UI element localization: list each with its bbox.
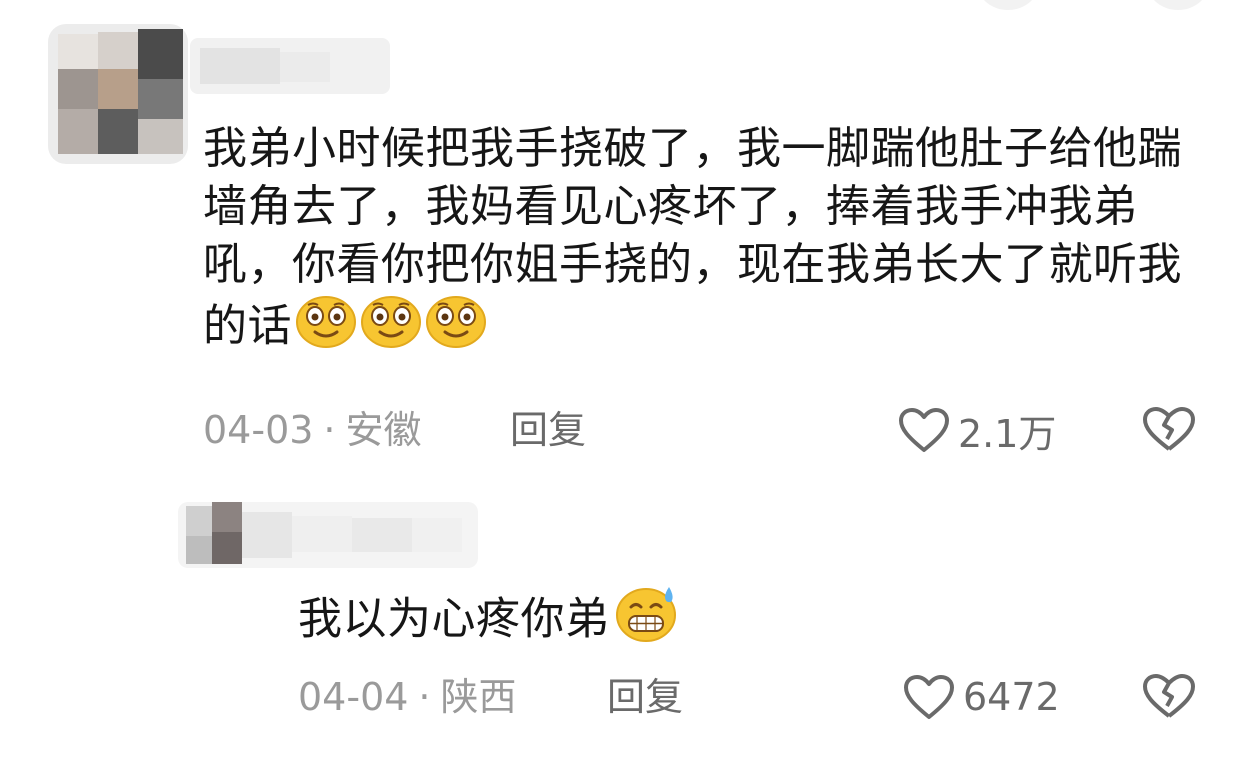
- comment-meta: 04-04 · 陕西: [298, 673, 517, 721]
- grin-smiley-icon: [425, 294, 487, 363]
- reply-button[interactable]: 回复: [510, 406, 586, 454]
- reply-button[interactable]: 回复: [607, 673, 683, 721]
- comment-text-content: 我以为心疼你弟: [298, 593, 610, 645]
- comment-date: 04-03: [203, 408, 314, 452]
- avatar[interactable]: [48, 24, 188, 164]
- comment-text: 我弟小时候把我手挠破了，我一脚踹他肚子给他踹墙角去了，我妈看见心疼坏了，捧着我手…: [203, 120, 1203, 363]
- avatar[interactable]: [178, 496, 478, 576]
- comment-date: 04-04: [298, 675, 409, 719]
- meta-separator: ·: [418, 675, 431, 719]
- top-action-button-1[interactable]: [978, 0, 1038, 10]
- top-action-button-2[interactable]: [1148, 0, 1208, 10]
- like-count: 6472: [963, 675, 1060, 719]
- dislike-button[interactable]: [1142, 406, 1196, 456]
- grin-smiley-icon: [360, 294, 422, 363]
- broken-heart-icon: [1143, 407, 1195, 451]
- meta-separator: ·: [323, 408, 336, 452]
- comment-text: 我以为心疼你弟: [298, 585, 679, 658]
- broken-heart-icon: [1143, 674, 1195, 718]
- comment-location: 安徽: [345, 408, 422, 452]
- like-button[interactable]: 6472: [903, 671, 1060, 723]
- sweat-grin-icon: [613, 585, 679, 658]
- comment-location: 陕西: [440, 675, 517, 719]
- dislike-button[interactable]: [1142, 673, 1196, 723]
- like-button[interactable]: 2.1万: [898, 404, 1056, 456]
- username[interactable]: [190, 38, 390, 94]
- heart-outline-icon: [904, 675, 954, 719]
- comment-meta: 04-03 · 安徽: [203, 406, 422, 454]
- grin-smiley-icon: [295, 294, 357, 363]
- like-count: 2.1万: [958, 411, 1057, 456]
- heart-outline-icon: [899, 408, 949, 452]
